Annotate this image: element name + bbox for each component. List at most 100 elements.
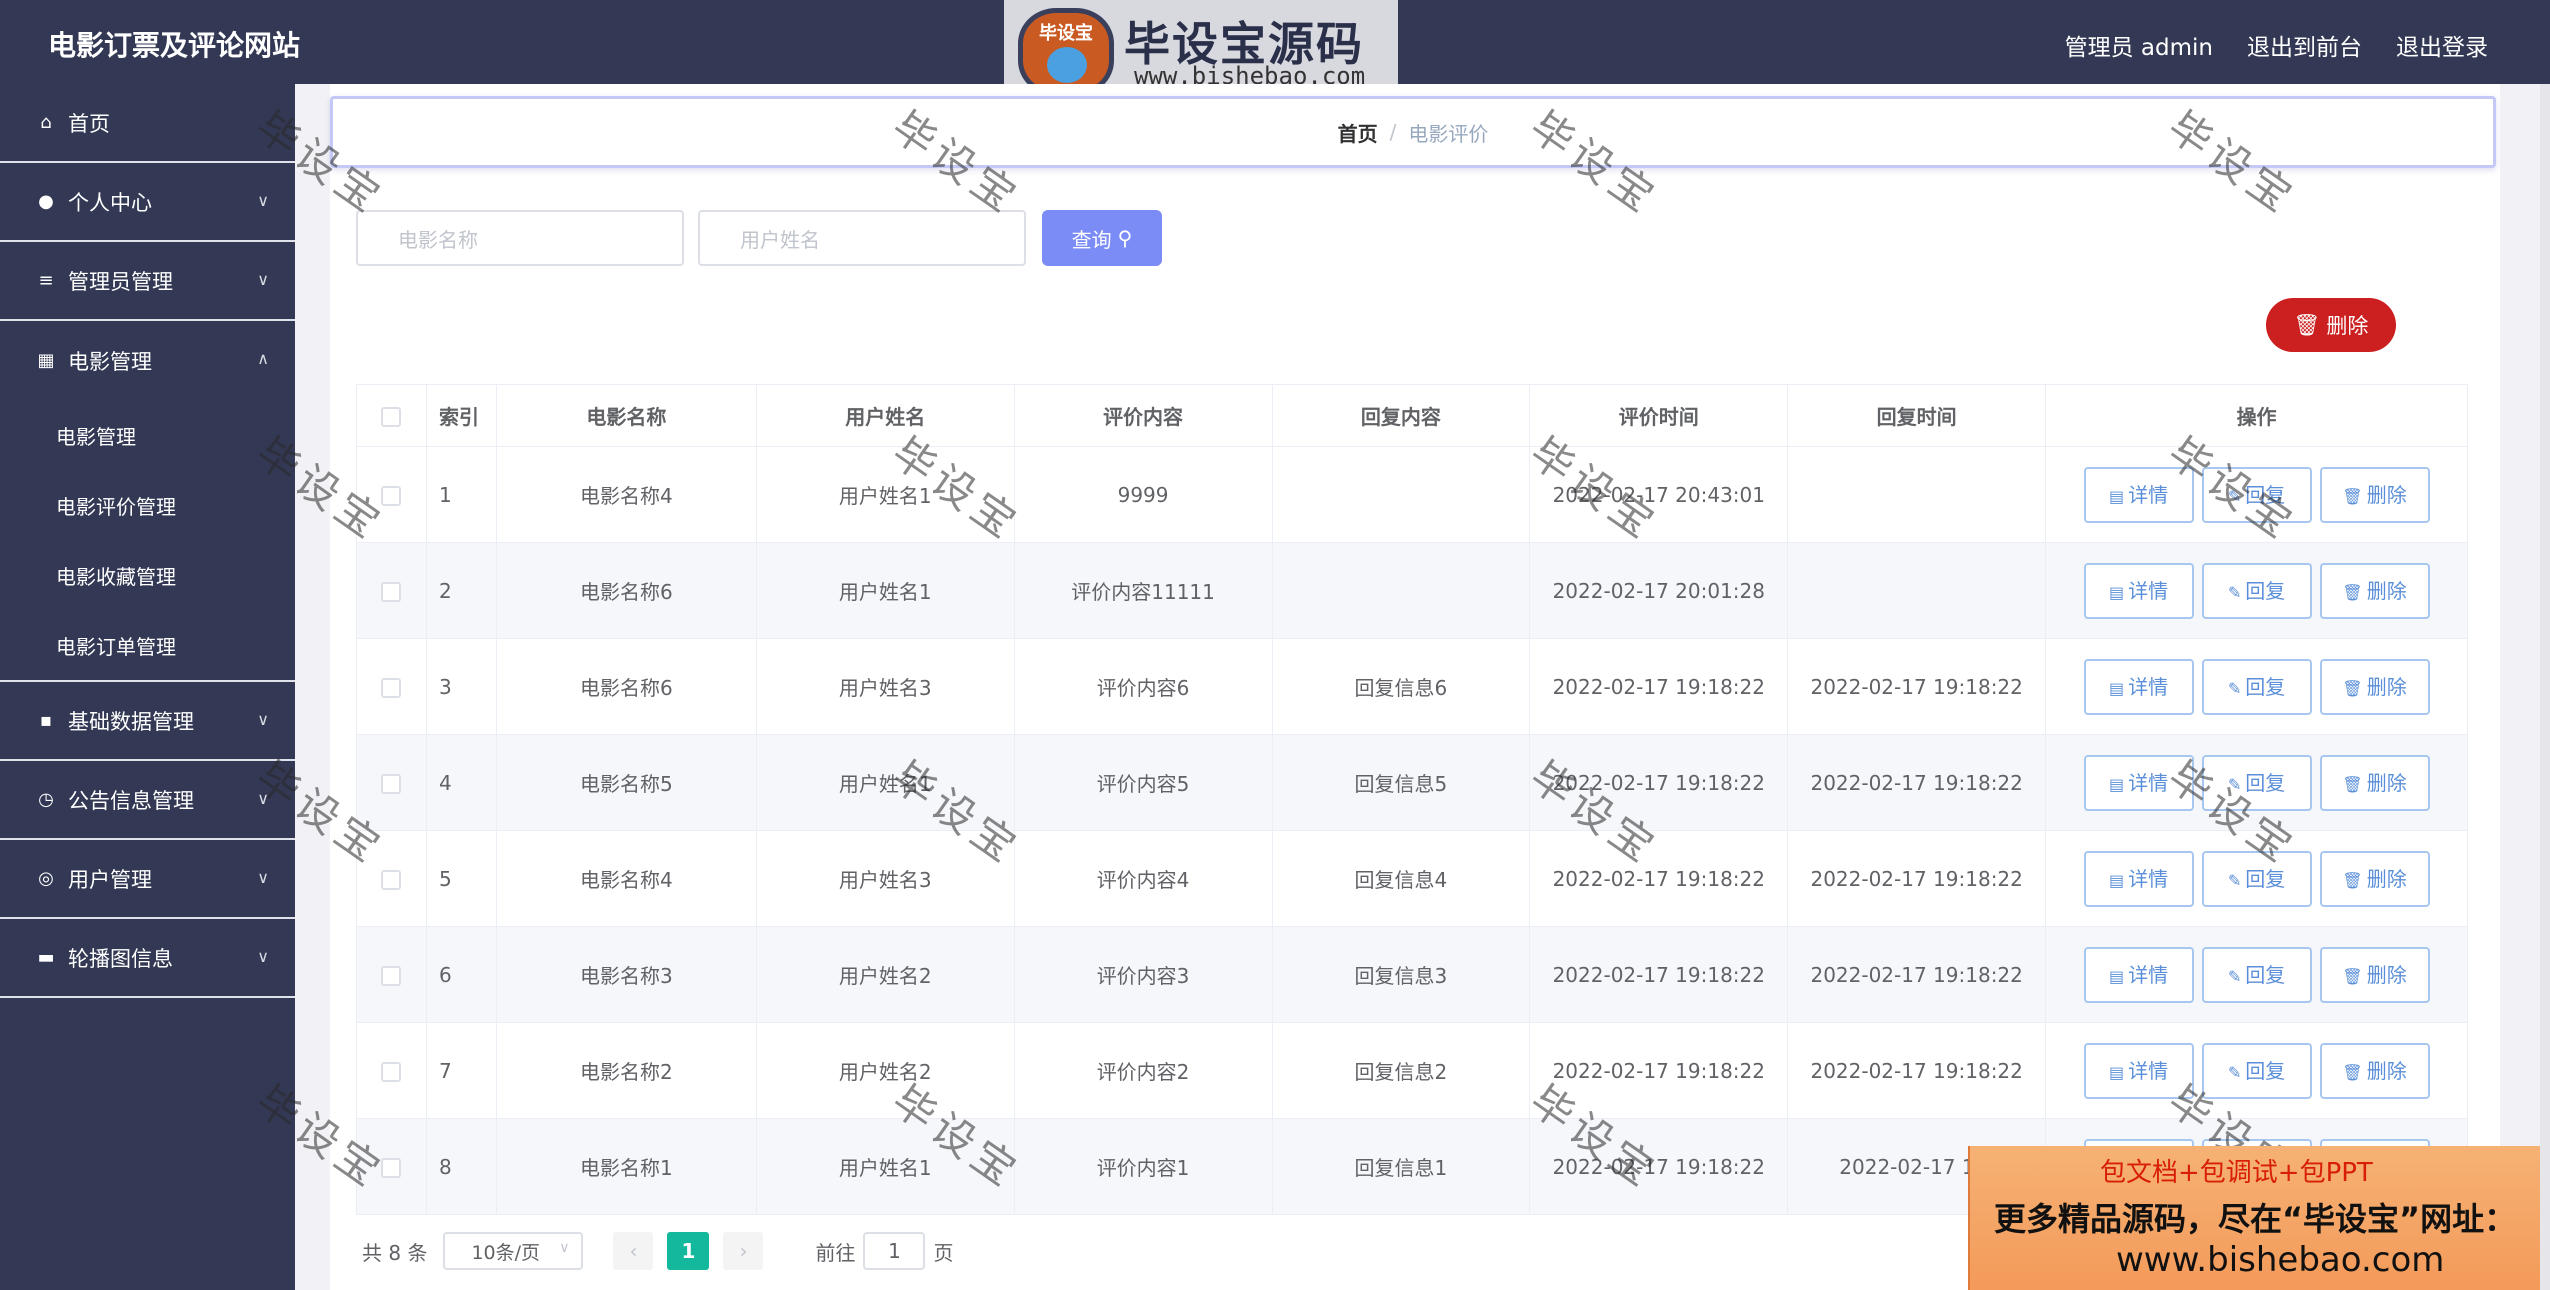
cell-movie: 电影名称6: [495, 542, 757, 639]
delete-button[interactable]: 🗑删除: [2319, 658, 2430, 715]
reply-button[interactable]: ✎回复: [2201, 658, 2312, 715]
document-icon: ▤: [2109, 678, 2125, 698]
reply-button[interactable]: ✎回复: [2201, 850, 2312, 907]
table-row: 7 电影名称2 用户姓名2 评价内容2 回复信息2 2022-02-17 19:18:22…: [356, 1022, 2468, 1119]
cell-reply-time: 2022-02-17 19:18:22: [1787, 830, 2047, 927]
row-checkbox[interactable]: [381, 966, 402, 986]
detail-button[interactable]: ▤详情: [2083, 562, 2194, 619]
list-icon: ≡: [38, 269, 54, 291]
batch-delete-label: 删除: [2326, 314, 2369, 338]
cell-review-time: 2022-02-17 20:43:01: [1529, 446, 1789, 543]
cell-review-time: 2022-02-17 20:01:28: [1529, 542, 1789, 639]
sidebar-item-notice[interactable]: ◷ 公告信息管理 ∨: [0, 761, 295, 840]
cell-movie: 电影名称4: [495, 830, 757, 927]
sidebar-item-basic-data[interactable]: ▪ 基础数据管理 ∨: [0, 682, 295, 761]
monitor-icon: ▬: [37, 946, 55, 968]
delete-label: 删除: [2366, 962, 2407, 987]
edit-icon: ✎: [2227, 1062, 2242, 1082]
page-scrollbar[interactable]: [2540, 84, 2550, 1290]
cell-movie: 电影名称3: [495, 926, 757, 1023]
row-checkbox[interactable]: [381, 678, 402, 698]
next-page-button[interactable]: ›: [723, 1232, 764, 1270]
sidebar-item-home[interactable]: ⌂ 首页: [0, 84, 295, 163]
cell-review-time: 2022-02-17 19:18:22: [1529, 638, 1789, 735]
reply-button[interactable]: ✎回复: [2201, 946, 2312, 1003]
cell-movie: 电影名称5: [495, 734, 757, 831]
row-select-cell[interactable]: [356, 830, 427, 927]
logout-link[interactable]: 退出登录: [2396, 28, 2488, 62]
row-checkbox[interactable]: [381, 1062, 402, 1082]
col-header-reply: 回复内容: [1271, 384, 1531, 447]
detail-label: 详情: [2128, 1058, 2169, 1083]
sidebar-item-carousel[interactable]: ▬ 轮播图信息 ∨: [0, 919, 295, 998]
cell-actions: ▤详情✎回复🗑删除: [2045, 830, 2468, 927]
reply-button[interactable]: ✎回复: [2201, 562, 2312, 619]
row-select-cell[interactable]: [356, 638, 427, 735]
page-size-select[interactable]: 10条/页 ∨: [443, 1232, 584, 1270]
detail-button[interactable]: ▤详情: [2083, 466, 2194, 523]
movie-name-input[interactable]: 电影名称: [356, 210, 684, 266]
promo-line-2: 更多精品源码，尽在“毕设宝”网址：: [1994, 1200, 2517, 1238]
reply-button[interactable]: ✎回复: [2201, 1042, 2312, 1099]
edit-icon: ✎: [2227, 870, 2242, 890]
row-select-cell[interactable]: [356, 926, 427, 1023]
promo-banner[interactable]: 包文档+包调试+包PPT 更多精品源码，尽在“毕设宝”网址： www.bishe…: [1968, 1146, 2550, 1290]
delete-button[interactable]: 🗑删除: [2319, 754, 2430, 811]
sidebar-item-movies[interactable]: ▦ 电影管理 ∧: [0, 321, 295, 400]
cell-movie: 电影名称1: [495, 1118, 757, 1215]
detail-label: 详情: [2128, 482, 2169, 507]
sidebar-sub-movie-favorite[interactable]: 电影收藏管理: [0, 540, 295, 610]
row-checkbox[interactable]: [381, 870, 402, 890]
delete-button[interactable]: 🗑删除: [2319, 466, 2430, 523]
cell-movie: 电影名称4: [495, 446, 757, 543]
sidebar-item-profile[interactable]: ● 个人中心 ∨: [0, 163, 295, 242]
sidebar-sub-movie-review[interactable]: 电影评价管理: [0, 470, 295, 540]
breadcrumb-home[interactable]: 首页: [1338, 118, 1378, 147]
row-checkbox[interactable]: [381, 1158, 402, 1178]
sidebar-item-users[interactable]: ◎ 用户管理 ∨: [0, 840, 295, 919]
cell-reply-time: 2022-02-17 19:18:22: [1787, 734, 2047, 831]
delete-button[interactable]: 🗑删除: [2319, 946, 2430, 1003]
logo-emblem: 毕设宝: [1018, 8, 1114, 96]
cell-reply: [1271, 446, 1531, 543]
page-number-current[interactable]: 1: [667, 1232, 710, 1270]
detail-button[interactable]: ▤详情: [2083, 754, 2194, 811]
query-button[interactable]: 查询 ⚲: [1042, 210, 1162, 266]
detail-button[interactable]: ▤详情: [2083, 850, 2194, 907]
logo-badge-text: 毕设宝: [1039, 23, 1093, 44]
cell-reply-time: 2022-02-17 19:18:22: [1787, 926, 2047, 1023]
delete-button[interactable]: 🗑删除: [2319, 1042, 2430, 1099]
detail-button[interactable]: ▤详情: [2083, 946, 2194, 1003]
row-checkbox[interactable]: [381, 774, 402, 794]
sidebar-item-admin[interactable]: ≡ 管理员管理 ∨: [0, 242, 295, 321]
row-select-cell[interactable]: [356, 542, 427, 639]
row-select-cell[interactable]: [356, 734, 427, 831]
row-checkbox[interactable]: [381, 582, 402, 602]
user-name-input[interactable]: 用户姓名: [698, 210, 1026, 266]
reply-button[interactable]: ✎回复: [2201, 466, 2312, 523]
batch-delete-button[interactable]: 🗑 删除: [2266, 298, 2396, 352]
cell-user: 用户姓名1: [755, 446, 1015, 543]
goto-page-input[interactable]: 1: [863, 1232, 926, 1270]
delete-button[interactable]: 🗑删除: [2319, 562, 2430, 619]
reply-button[interactable]: ✎回复: [2201, 754, 2312, 811]
row-checkbox[interactable]: [381, 486, 402, 506]
select-all-cell[interactable]: [356, 384, 427, 447]
detail-button[interactable]: ▤详情: [2083, 1042, 2194, 1099]
delete-button[interactable]: 🗑删除: [2319, 850, 2430, 907]
row-select-cell[interactable]: [356, 1022, 427, 1119]
row-select-cell[interactable]: [356, 446, 427, 543]
cell-user: 用户姓名2: [755, 926, 1015, 1023]
chevron-down-icon: ∨: [559, 1240, 570, 1256]
row-select-cell[interactable]: [356, 1118, 427, 1215]
sidebar-sub-movie-manage[interactable]: 电影管理: [0, 400, 295, 470]
detail-label: 详情: [2128, 674, 2169, 699]
select-all-checkbox[interactable]: [381, 407, 402, 427]
exit-to-front-link[interactable]: 退出到前台: [2247, 28, 2362, 62]
table-header-row: 索引 电影名称 用户姓名 评价内容 回复内容 评价时间 回复时间 操作: [356, 384, 2468, 447]
sidebar-item-label: 电影管理: [68, 349, 152, 374]
sidebar-sub-movie-order[interactable]: 电影订单管理: [0, 610, 295, 680]
prev-page-button[interactable]: ‹: [613, 1232, 654, 1270]
chevron-left-icon: ‹: [629, 1239, 638, 1263]
detail-button[interactable]: ▤详情: [2083, 658, 2194, 715]
